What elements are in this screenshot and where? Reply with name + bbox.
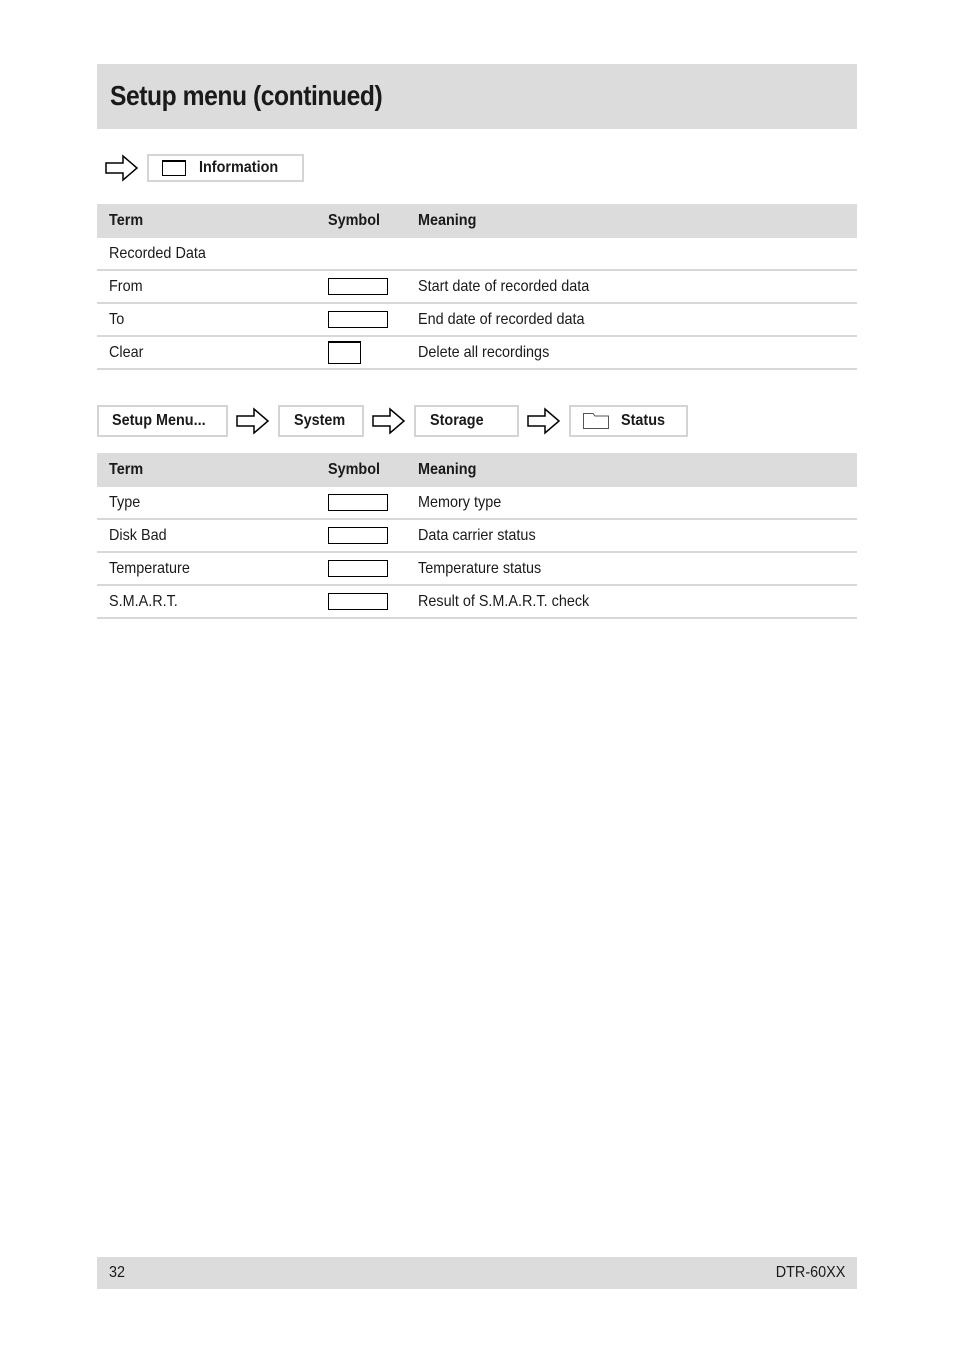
term-cell: From (97, 270, 316, 304)
meaning-cell: End date of recorded data (406, 303, 857, 337)
table-row: Disk Bad Data carrier status (97, 519, 857, 553)
meaning-cell: Memory type (406, 487, 857, 520)
arrow-right-icon (372, 407, 406, 435)
meaning-cell: Data carrier status (406, 519, 857, 553)
header-symbol: Symbol (316, 204, 406, 238)
button-box-symbol (328, 341, 361, 364)
table-row: Clear Delete all recordings (97, 336, 857, 370)
field-box-symbol (328, 493, 388, 511)
header-symbol: Symbol (316, 453, 406, 487)
symbol-cell (316, 238, 406, 271)
field-box-symbol (328, 277, 388, 295)
meaning-cell (406, 238, 857, 271)
header-meaning: Meaning (406, 453, 857, 487)
meaning-cell: Temperature status (406, 552, 857, 586)
symbol-cell (316, 336, 406, 370)
symbol-cell (316, 487, 406, 520)
arrow-right-icon (105, 154, 139, 182)
table-header-row: Term Symbol Meaning (97, 453, 857, 487)
symbol-cell (316, 270, 406, 304)
page-number: 32 (109, 1264, 126, 1281)
table-row: Type Memory type (97, 487, 857, 520)
symbol-cell (316, 585, 406, 619)
term-cell: Recorded Data (97, 238, 316, 271)
table-row: To End date of recorded data (97, 303, 857, 337)
model-name: DTR-60XX (775, 1264, 845, 1281)
symbol-cell (316, 552, 406, 586)
menu-item-information[interactable]: Information (147, 154, 304, 182)
menu-item-storage[interactable]: Storage (414, 405, 519, 437)
table-header-row: Term Symbol Meaning (97, 204, 857, 238)
table-row: Recorded Data (97, 238, 857, 271)
field-box-symbol (328, 559, 388, 577)
menu-item-setup-menu[interactable]: Setup Menu... (97, 405, 228, 437)
arrow-right-icon (236, 407, 270, 435)
term-cell: Disk Bad (97, 519, 316, 553)
page-title-bar: Setup menu (continued) (97, 64, 857, 129)
field-box-symbol (328, 310, 388, 328)
page-footer: 32 DTR-60XX (97, 1257, 857, 1289)
symbol-cell (316, 519, 406, 553)
field-box-symbol (328, 592, 388, 610)
breadcrumb-storage-status: Setup Menu... System Storage Status (97, 405, 688, 437)
symbol-cell (316, 303, 406, 337)
field-box-symbol (328, 526, 388, 544)
term-cell: S.M.A.R.T. (97, 585, 316, 619)
window-icon (162, 160, 186, 176)
table-row: Temperature Temperature status (97, 552, 857, 586)
breadcrumb-information: Information (97, 154, 304, 182)
term-cell: Type (97, 487, 316, 520)
menu-item-status[interactable]: Status (569, 405, 688, 437)
menu-item-system[interactable]: System (278, 405, 364, 437)
header-term: Term (97, 204, 316, 238)
folder-icon (583, 413, 609, 429)
meaning-cell: Start date of recorded data (406, 270, 857, 304)
term-cell: Temperature (97, 552, 316, 586)
arrow-right-icon (527, 407, 561, 435)
table-row: From Start date of recorded data (97, 270, 857, 304)
storage-status-table: Term Symbol Meaning Type Memory type Dis… (97, 453, 857, 619)
header-term: Term (97, 453, 316, 487)
page-title: Setup menu (continued) (110, 80, 383, 111)
term-cell: Clear (97, 336, 316, 370)
meaning-cell: Delete all recordings (406, 336, 857, 370)
table-row: S.M.A.R.T. Result of S.M.A.R.T. check (97, 585, 857, 619)
information-table: Term Symbol Meaning Recorded Data From S… (97, 204, 857, 370)
meaning-cell: Result of S.M.A.R.T. check (406, 585, 857, 619)
term-cell: To (97, 303, 316, 337)
header-meaning: Meaning (406, 204, 857, 238)
